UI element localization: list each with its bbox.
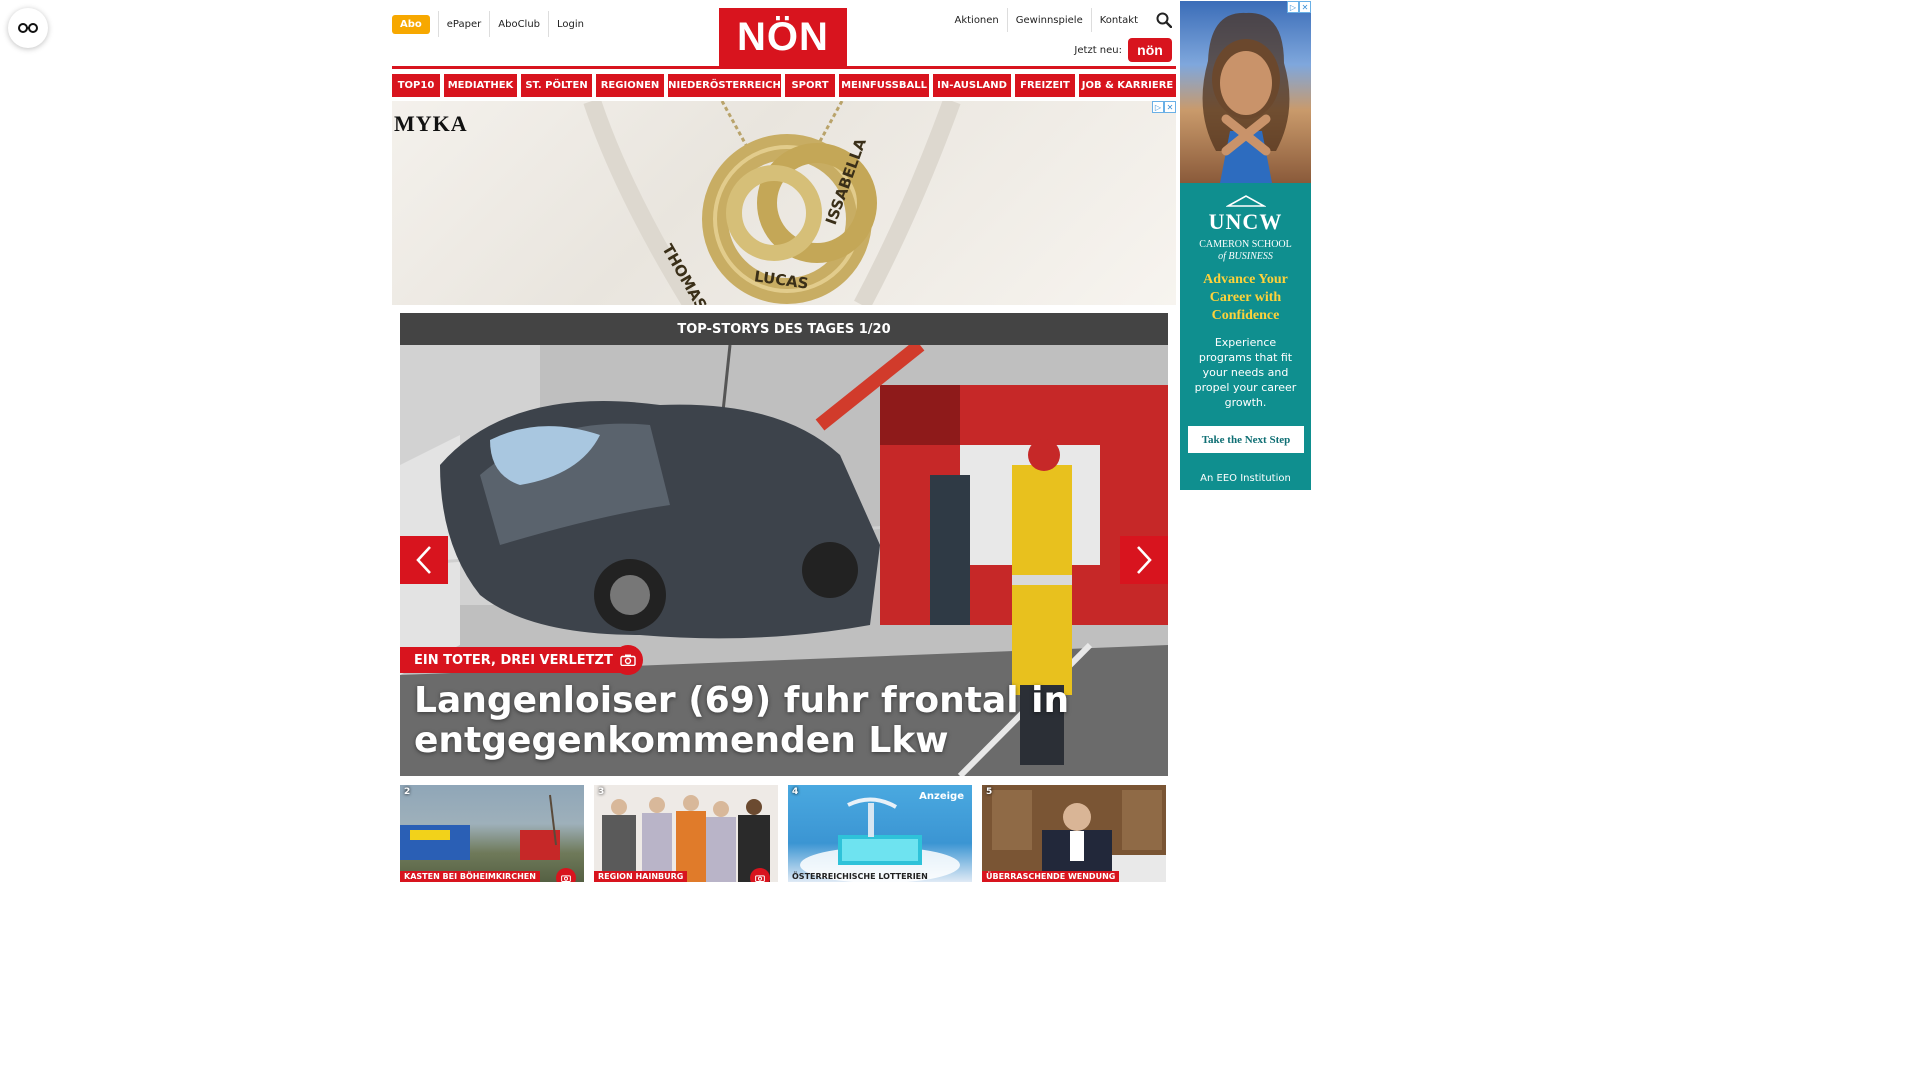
chevron-right-icon [1137, 546, 1152, 574]
login-link[interactable]: Login [548, 11, 592, 37]
ad-choices[interactable]: ▷ ✕ [1152, 101, 1176, 113]
thumb-image-3 [594, 785, 778, 882]
header-divider [392, 66, 1176, 69]
columns-icon [1225, 195, 1266, 207]
nav-item-freizeit[interactable]: FREIZEIT [1015, 74, 1075, 97]
story-thumb-2[interactable]: 2 KASTEN BEI BÖHEIMKIRCHEN [400, 785, 584, 882]
hero-kicker[interactable]: EIN TOTER, DREI VERLETZTE [400, 647, 636, 673]
sky-ad-cta-button[interactable]: Take the Next Step [1188, 426, 1304, 453]
thumb-number: 2 [404, 787, 411, 797]
top-stories-header: TOP-STORYS DES TAGES 1/20 [400, 313, 1168, 345]
uncw-wordmark: UNCW [1208, 209, 1283, 234]
nav-item-sport[interactable]: SPORT [785, 74, 835, 97]
hero-prev-button[interactable] [400, 536, 448, 584]
nav-item-regionen[interactable]: REGIONEN [596, 74, 664, 97]
story-thumb-3[interactable]: 3 REGION HAINBURG [594, 785, 778, 882]
chevron-left-icon [416, 546, 431, 574]
sky-ad-choices[interactable]: ▷ ✕ [1287, 1, 1311, 13]
camera-icon [613, 645, 643, 675]
nav-item-in-ausland[interactable]: IN-AUSLAND [933, 74, 1011, 97]
site-logo[interactable]: NÖN [719, 8, 847, 67]
hero-title[interactable]: Langenloiser (69) fuhr frontal in entgeg… [414, 681, 1154, 761]
top-links-right: Aktionen Gewinnspiele Kontakt [946, 8, 1176, 32]
uncw-logo: UNCW CAMERON SCHOOL of BUSINESS [1180, 195, 1311, 263]
skyscraper-ad[interactable]: ▷ ✕ UNCW CAMERON SCHOOL of BUSINESS Adva… [1180, 1, 1311, 490]
ad-info-icon[interactable]: ▷ [1152, 101, 1164, 113]
thumb-ad-label: Anzeige [919, 791, 964, 802]
kontakt-link[interactable]: Kontakt [1090, 8, 1146, 32]
story-thumbnails: 2 KASTEN BEI BÖHEIMKIRCHEN 3 REGION HAIN… [400, 785, 1168, 882]
sky-ad-body: Experience programs that fit your needs … [1194, 336, 1297, 409]
epaper-link[interactable]: ePaper [437, 11, 489, 37]
gewinnspiele-link[interactable]: Gewinnspiele [1006, 8, 1091, 32]
sky-ad-headline: Advance Your Career with Confidence [1203, 272, 1288, 323]
jetzt-neu: Jetzt neu: nön [1074, 38, 1172, 62]
nav-item-job-karriere[interactable]: JOB & KARRIERE [1079, 74, 1176, 97]
banner-brand: MYKA [394, 111, 468, 136]
aboclub-link[interactable]: AboClub [489, 11, 548, 37]
nav-item-mediathek[interactable]: MEDIATHEK [444, 74, 517, 97]
main-navigation: TOP10 MEDIATHEK ST. PÖLTEN REGIONEN NIED… [392, 74, 1176, 97]
ad-photo [1180, 1, 1311, 183]
sky-ad-info-icon[interactable]: ▷ [1287, 1, 1299, 13]
thumb-image-2 [400, 794, 560, 860]
hero-story[interactable]: EIN TOTER, DREI VERLETZTE Langenloiser (… [400, 345, 1168, 776]
search-icon[interactable] [1154, 8, 1174, 32]
top-links-left: Abo ePaper AboClub Login [392, 11, 592, 37]
camera-icon [750, 868, 770, 882]
school-line-2: of BUSINESS [1218, 251, 1273, 262]
school-line-1: CAMERON SCHOOL [1199, 239, 1292, 250]
story-thumb-4[interactable]: 4 Anzeige ÖSTERREICHISCHE LOTTERIEN [788, 785, 972, 882]
nav-item-meinfussball[interactable]: MEINFUSSBALL [839, 74, 929, 97]
abo-button[interactable]: Abo [392, 14, 430, 34]
banner-ad[interactable]: MYKA THOMAS LUCAS ISSABELLA ▷ ✕ [392, 101, 1176, 305]
thumb-number: 3 [598, 787, 605, 797]
nav-item-niederoesterreich[interactable]: NIEDERÖSTERREICH [668, 74, 781, 97]
nav-item-top10[interactable]: TOP10 [392, 74, 440, 97]
page: Abo ePaper AboClub Login NÖN Aktionen Ge… [0, 0, 1566, 882]
thumb-number: 5 [986, 787, 993, 797]
nav-item-st-poelten[interactable]: ST. PÖLTEN [521, 74, 592, 97]
thumb-kicker: KASTEN BEI BÖHEIMKIRCHEN [400, 871, 540, 882]
thumb-kicker: ÜBERRASCHENDE WENDUNG [982, 871, 1120, 882]
site-header: Abo ePaper AboClub Login NÖN Aktionen Ge… [392, 0, 1176, 70]
glasses-icon [18, 23, 38, 33]
aktionen-link[interactable]: Aktionen [946, 8, 1006, 32]
ad-close-icon[interactable]: ✕ [1164, 101, 1176, 113]
jetzt-neu-badge[interactable]: nön [1128, 38, 1172, 62]
accessibility-button[interactable] [8, 8, 48, 48]
hero-next-button[interactable] [1120, 536, 1168, 584]
story-thumb-5[interactable]: 5 ÜBERRASCHENDE WENDUNG [982, 785, 1166, 882]
sky-ad-footer: An EEO Institution [1200, 473, 1291, 484]
camera-icon [556, 868, 576, 882]
thumb-kicker: REGION HAINBURG [594, 871, 688, 882]
thumb-number: 4 [792, 787, 799, 797]
jetzt-neu-label: Jetzt neu: [1074, 44, 1122, 56]
sky-ad-close-icon[interactable]: ✕ [1299, 1, 1311, 13]
thumb-image-5 [982, 785, 1166, 882]
thumb-kicker: ÖSTERREICHISCHE LOTTERIEN [792, 872, 928, 881]
